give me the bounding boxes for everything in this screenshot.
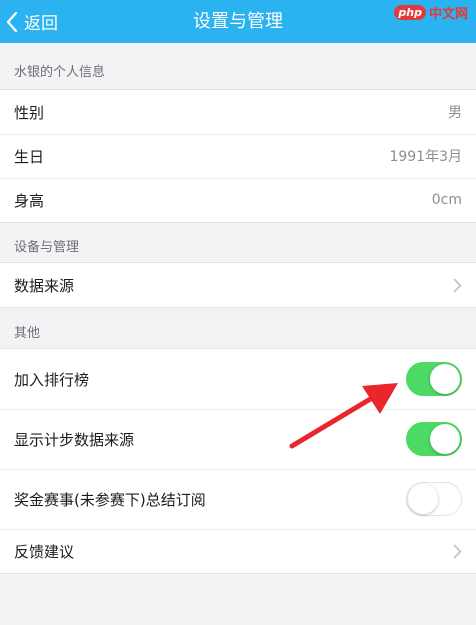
personal-info-group: 性别 男 生日 1991年3月 身高 0cm <box>0 89 476 223</box>
chevron-right-icon <box>453 544 462 558</box>
row-label: 奖金赛事(未参赛下)总结订阅 <box>14 490 206 509</box>
row-show-step-source: 显示计步数据来源 <box>0 409 476 469</box>
watermark-text: 中文网 <box>428 6 468 22</box>
row-value: 0cm <box>431 192 462 208</box>
row-feedback[interactable]: 反馈建议 <box>0 529 476 573</box>
bonus-summary-subscription-toggle[interactable] <box>406 482 462 516</box>
section-header-other: 其他 <box>14 326 41 341</box>
row-data-source[interactable]: 数据来源 <box>0 263 476 307</box>
watermark-logo: php <box>394 4 426 20</box>
row-label: 显示计步数据来源 <box>14 430 135 449</box>
row-label: 生日 <box>14 147 45 166</box>
toggle-knob <box>430 364 460 394</box>
row-label: 数据来源 <box>14 276 75 295</box>
row-birthday[interactable]: 生日 1991年3月 <box>0 134 476 178</box>
nav-bar: 返回 设置与管理 php 中文网 <box>0 0 476 43</box>
section-header-device: 设备与管理 <box>14 240 80 255</box>
row-bonus-summary-subscription: 奖金赛事(未参赛下)总结订阅 <box>0 469 476 529</box>
toggle-knob <box>408 484 438 514</box>
show-step-source-toggle[interactable] <box>406 422 462 456</box>
row-value: 男 <box>448 105 462 121</box>
other-group: 加入排行榜 显示计步数据来源 奖金赛事(未参赛下)总结订阅 反馈建议 <box>0 348 476 574</box>
row-height[interactable]: 身高 0cm <box>0 178 476 222</box>
row-join-leaderboard: 加入排行榜 <box>0 349 476 409</box>
join-leaderboard-toggle[interactable] <box>406 362 462 396</box>
watermark: php 中文网 <box>394 2 468 22</box>
row-value: 1991年3月 <box>389 149 462 165</box>
row-label: 反馈建议 <box>14 542 75 561</box>
row-gender[interactable]: 性别 男 <box>0 90 476 134</box>
chevron-right-icon <box>453 278 462 292</box>
row-label: 性别 <box>14 103 45 122</box>
section-header-personal: 水银的个人信息 <box>14 65 106 80</box>
row-label: 身高 <box>14 191 45 210</box>
device-group: 数据来源 <box>0 262 476 308</box>
row-label: 加入排行榜 <box>14 370 90 389</box>
toggle-knob <box>430 424 460 454</box>
